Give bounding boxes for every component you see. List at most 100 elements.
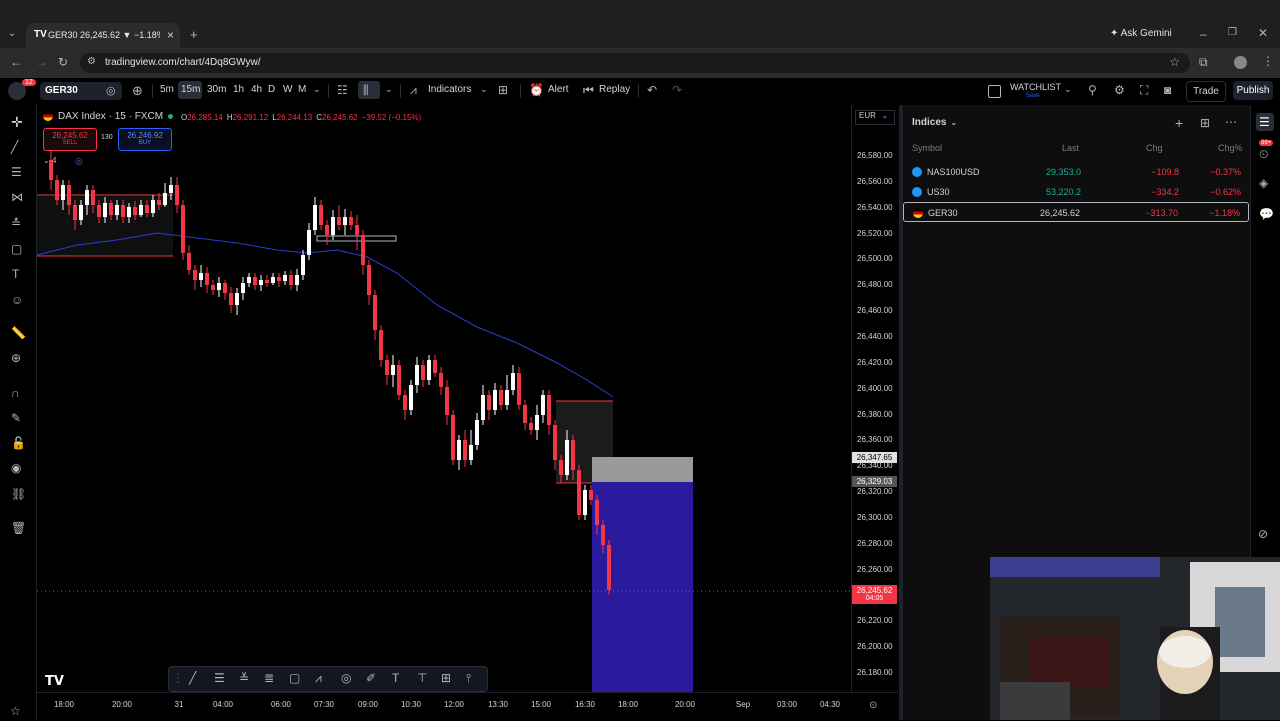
anchored-text-icon[interactable]: ⊤ bbox=[417, 671, 427, 685]
channel-tool-icon[interactable]: ≚ bbox=[239, 671, 249, 685]
new-tab-icon[interactable]: + bbox=[190, 27, 198, 42]
site-info-icon[interactable]: ⚙ bbox=[87, 56, 96, 67]
advanced-view-icon[interactable]: ⊞ bbox=[1200, 116, 1210, 130]
forecast-tool-icon[interactable]: ≛ bbox=[11, 216, 21, 230]
indicator-settings-icon[interactable]: ◎ bbox=[75, 156, 83, 167]
chart-title[interactable]: DAX Index · 15 · FXCM bbox=[58, 111, 163, 122]
lock-icon[interactable]: 🔓 bbox=[11, 436, 26, 450]
path-tool-icon[interactable]: ⩘ bbox=[315, 671, 322, 686]
tab-close-icon[interactable]: × bbox=[167, 28, 174, 42]
watchlist-checkbox[interactable] bbox=[988, 85, 1001, 98]
tradingview-logo[interactable]: TV bbox=[45, 674, 64, 689]
bookmark-star-icon[interactable]: ☆ bbox=[1169, 55, 1180, 69]
more-options-icon[interactable]: ⋯ bbox=[1225, 115, 1237, 129]
hline-tool-icon[interactable]: ☰ bbox=[214, 671, 225, 685]
snapshot-camera-icon[interactable]: ◙ bbox=[1164, 83, 1171, 97]
tab-list-icon[interactable]: ⌄ bbox=[8, 28, 16, 39]
text-drawing-icon[interactable]: T bbox=[392, 671, 399, 685]
forward-icon[interactable]: → bbox=[36, 55, 48, 69]
interval-m[interactable]: M bbox=[298, 84, 306, 95]
layout-dropdown-icon[interactable]: ⌄ bbox=[1064, 84, 1072, 95]
short-position-stop-zone[interactable] bbox=[592, 457, 693, 482]
shapes-icon[interactable]: ▢ bbox=[11, 242, 22, 256]
publish-button[interactable]: Publish bbox=[1233, 81, 1273, 100]
interval-dropdown-icon[interactable]: ⌄ bbox=[313, 84, 321, 95]
trash-icon[interactable]: 🗑 bbox=[11, 521, 26, 535]
trendline-icon[interactable]: ╱ bbox=[11, 140, 18, 154]
quick-search-icon[interactable]: ⚲ bbox=[1088, 83, 1097, 97]
chat-icon[interactable]: 💬 bbox=[1259, 207, 1274, 221]
ruler-icon[interactable]: 📏 bbox=[11, 326, 26, 340]
currency-selector[interactable]: EUR ⌄ bbox=[855, 110, 895, 125]
moving-average-line[interactable] bbox=[37, 232, 614, 398]
text-tool-icon[interactable]: T bbox=[12, 267, 19, 281]
extensions-icon[interactable]: ⧉ bbox=[1199, 55, 1208, 70]
hide-eye-icon[interactable]: ◉ bbox=[11, 461, 21, 475]
alert-button[interactable]: Alert bbox=[548, 84, 569, 95]
pattern-tool-icon[interactable]: ⋈ bbox=[11, 190, 23, 204]
watchlist-row-nas100usd[interactable]: NAS100USD 29,353.0 −109.8 −0.37% bbox=[903, 162, 1249, 182]
bar-style-icon[interactable]: ☷ bbox=[337, 83, 348, 97]
indicators-dropdown-icon[interactable]: ⌄ bbox=[480, 84, 488, 95]
address-bar[interactable]: ⚙ tradingview.com/chart/4Dq8GWyw/ ☆ bbox=[80, 53, 1190, 73]
maximize-icon[interactable]: ❐ bbox=[1228, 27, 1237, 38]
watchlist-row-us30[interactable]: US30 53,220.2 −334.2 −0.62% bbox=[903, 182, 1249, 202]
redo-icon[interactable]: ↷ bbox=[672, 83, 682, 97]
rectangle-tool-icon[interactable]: ▢ bbox=[289, 671, 300, 685]
time-axis[interactable]: 18:00 20:00 31 04:00 06:00 07:30 09:00 10:30 12:… bbox=[37, 692, 898, 721]
fib-retracement-icon[interactable]: ≣ bbox=[264, 671, 274, 685]
line-tool-icon[interactable]: ╱ bbox=[189, 671, 196, 685]
watchlist-save-label[interactable]: Save bbox=[1026, 93, 1040, 99]
circle-tool-icon[interactable]: ◎ bbox=[341, 671, 351, 685]
ask-gemini-button[interactable]: ✦ Ask Gemini bbox=[1110, 28, 1172, 39]
col-header-symbol[interactable]: Symbol bbox=[912, 143, 942, 153]
chart-pane[interactable]: DAX Index · 15 · FXCM O26,285.14 H26,291.… bbox=[37, 105, 851, 692]
magnet-icon[interactable]: ∩ bbox=[11, 386, 20, 400]
add-symbol-icon[interactable]: ⊕ bbox=[132, 83, 143, 99]
axis-settings-icon[interactable]: ⊙ bbox=[869, 700, 877, 711]
interval-30m[interactable]: 30m bbox=[207, 84, 226, 95]
stay-drawing-icon[interactable]: ✎ bbox=[11, 411, 21, 425]
brush-tool-icon[interactable]: ✐ bbox=[366, 671, 376, 685]
watchlist-title[interactable]: Indices ⌄ bbox=[912, 117, 957, 128]
browser-tab[interactable]: TV GER30 26,245.62 ▼ −1.18% Wa × bbox=[26, 23, 180, 48]
drag-handle-icon[interactable]: ⋮ bbox=[172, 671, 184, 685]
buy-button[interactable]: 26,246.92 BUY bbox=[118, 128, 172, 151]
measure-tool-icon[interactable]: ⫯ bbox=[466, 671, 471, 686]
favorites-star-icon[interactable]: ☆ bbox=[10, 704, 21, 718]
interval-w[interactable]: W bbox=[283, 84, 292, 95]
price-axis[interactable]: EUR ⌄ 26,580.00 26,560.00 26,540.00 26,520.0… bbox=[851, 105, 899, 692]
indicators-button[interactable]: Indicators bbox=[428, 84, 471, 95]
compass-icon[interactable]: ⊘ bbox=[1258, 527, 1268, 541]
browser-menu-icon[interactable]: ⋮ bbox=[1262, 54, 1274, 68]
sell-button[interactable]: 26,245.62 SELL bbox=[43, 128, 97, 151]
col-header-chg[interactable]: Chg bbox=[1146, 143, 1163, 153]
position-tool-icon[interactable]: ⊞ bbox=[441, 671, 451, 685]
profile-avatar[interactable] bbox=[1234, 56, 1247, 69]
fib-tool-icon[interactable]: ☰ bbox=[11, 165, 22, 179]
interval-15m[interactable]: 15m bbox=[181, 84, 200, 95]
minimize-icon[interactable]: – bbox=[1200, 27, 1207, 41]
candle-type-button[interactable] bbox=[358, 81, 380, 99]
fullscreen-icon[interactable]: ⛶ bbox=[1140, 83, 1148, 98]
compare-symbol-icon[interactable]: ◎ bbox=[106, 84, 116, 97]
add-symbol-plus-icon[interactable]: + bbox=[1175, 115, 1183, 131]
link-icon[interactable]: ⛓ bbox=[11, 487, 26, 501]
interval-5m[interactable]: 5m bbox=[160, 84, 174, 95]
layers-icon[interactable]: ◈ bbox=[1259, 176, 1268, 190]
crosshair-icon[interactable]: ✛ bbox=[11, 114, 23, 131]
chart-type-dropdown-icon[interactable]: ⌄ bbox=[385, 84, 393, 95]
emoji-icon[interactable]: ☺ bbox=[11, 293, 23, 307]
watchlist-layout-name[interactable]: WATCHLIST bbox=[1010, 82, 1061, 92]
interval-1h[interactable]: 1h bbox=[233, 84, 244, 95]
replay-button[interactable]: Replay bbox=[599, 84, 630, 95]
undo-icon[interactable]: ↶ bbox=[647, 83, 657, 97]
back-icon[interactable]: ← bbox=[10, 55, 22, 69]
col-header-chg-pct[interactable]: Chg% bbox=[1218, 143, 1243, 153]
interval-d[interactable]: D bbox=[268, 84, 275, 95]
col-header-last[interactable]: Last bbox=[1062, 143, 1079, 153]
settings-gear-icon[interactable]: ⚙ bbox=[1114, 83, 1125, 97]
zoom-icon[interactable]: ⊕ bbox=[11, 351, 21, 365]
reload-icon[interactable]: ↻ bbox=[58, 55, 68, 69]
indicators-collapse-toggle[interactable]: ⌄ 4 bbox=[43, 156, 56, 165]
